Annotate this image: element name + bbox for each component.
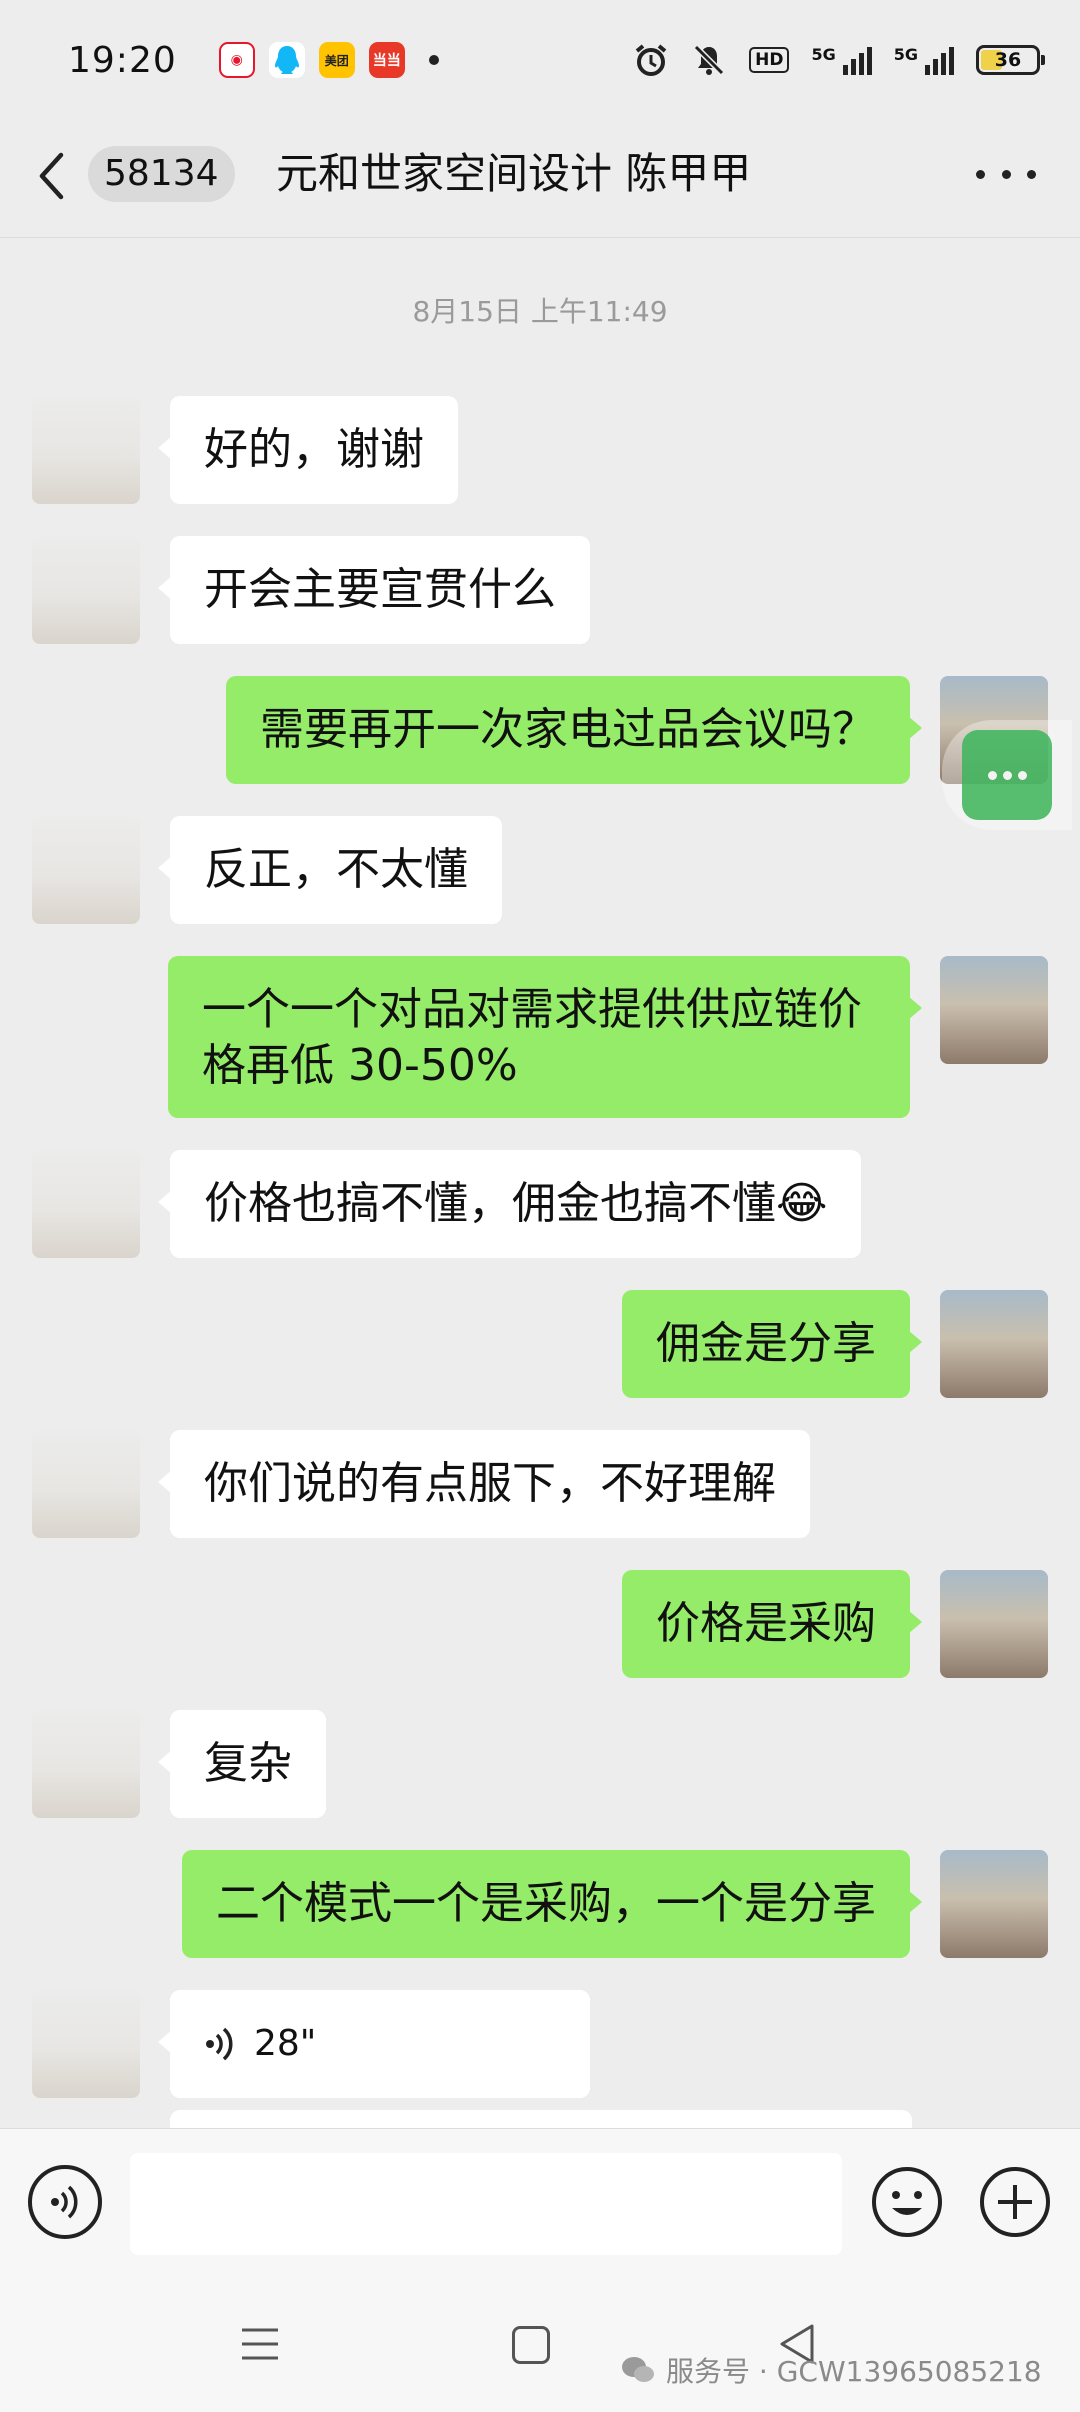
- contact-avatar[interactable]: [32, 1150, 140, 1258]
- floating-window-button[interactable]: [942, 720, 1072, 830]
- more-icon: [976, 169, 985, 179]
- watermark: 服务号 · GCW13965085218: [620, 2350, 1042, 2390]
- voice-icon: [51, 2185, 78, 2219]
- alarm-icon: [635, 44, 667, 76]
- status-indicators: HD 5G 5G 36: [633, 42, 1045, 78]
- message-bubble-received[interactable]: 开会主要宣贯什么: [158, 536, 590, 644]
- laughing-emoji: 😂: [776, 1178, 828, 1229]
- self-avatar[interactable]: [940, 1290, 1048, 1398]
- smiley-icon: [872, 2167, 942, 2237]
- status-time: 19:20: [68, 39, 177, 81]
- back-button[interactable]: [36, 144, 84, 208]
- voice-duration: 28": [254, 2023, 317, 2064]
- signal-5g-icon: 5G: [811, 45, 872, 75]
- message-bubble-received[interactable]: 复杂: [158, 1710, 326, 1818]
- message-bubble-received[interactable]: 你们说的有点服下，不好理解: [158, 1430, 810, 1538]
- status-bar: 19:20 ◉ 美团 当当 HD 5G 5G 36: [0, 0, 1080, 120]
- dangdang-icon: 当当: [368, 42, 405, 78]
- message-bubble-received[interactable]: 好的，谢谢: [158, 396, 458, 504]
- message-bubble-sent[interactable]: 佣金是分享: [622, 1290, 922, 1398]
- contact-avatar[interactable]: [32, 1990, 140, 2098]
- message-timestamp: 8月15日 上午11:49: [412, 295, 668, 328]
- message-bubble-sent[interactable]: 一个一个对品对需求提供供应链价格再低 30-50%: [168, 956, 922, 1118]
- more-options-button[interactable]: [976, 154, 1036, 194]
- qq-icon: [268, 42, 305, 78]
- contact-avatar[interactable]: [32, 816, 140, 924]
- voice-input-button[interactable]: [28, 2165, 102, 2239]
- message-bubble-sent[interactable]: 二个模式一个是采购，一个是分享: [182, 1850, 922, 1958]
- self-avatar[interactable]: [940, 956, 1048, 1064]
- chat-title: 元和世家空间设计 陈甲甲: [276, 149, 752, 198]
- system-nav-bar: [0, 2278, 1080, 2412]
- message-bubble-received[interactable]: 价格也搞不懂，佣金也搞不懂😂: [157, 1150, 862, 1258]
- watermark-text: 服务号 · GCW13965085218: [666, 2355, 1042, 2388]
- recent-apps-icon[interactable]: [240, 2326, 280, 2362]
- contact-avatar[interactable]: [32, 1710, 140, 1818]
- weibo-icon: ◉: [218, 42, 255, 78]
- more-notifications-dot: [428, 55, 439, 65]
- self-avatar[interactable]: [940, 1850, 1048, 1958]
- signal-5g-icon-2: 5G: [894, 45, 954, 75]
- voice-wave-icon: [206, 2027, 233, 2061]
- more-functions-button[interactable]: [978, 2165, 1052, 2239]
- message-bubble-received: [170, 2110, 912, 2130]
- self-avatar[interactable]: [940, 1570, 1048, 1678]
- mute-icon: [694, 44, 725, 76]
- wechat-icon: [622, 2357, 654, 2382]
- meituan-icon: 美团: [318, 42, 355, 78]
- contact-avatar[interactable]: [32, 396, 140, 504]
- home-icon[interactable]: [512, 2326, 550, 2364]
- contact-avatar[interactable]: [32, 1430, 140, 1538]
- hd-voice-badge: HD: [749, 47, 790, 73]
- battery-icon: 36: [976, 45, 1045, 75]
- emoji-button[interactable]: [870, 2165, 944, 2239]
- floating-chat-icon: [962, 730, 1052, 820]
- notification-icons: ◉ 美团 当当: [218, 42, 439, 78]
- message-bubble-received[interactable]: 反正，不太懂: [158, 816, 502, 924]
- input-bar: [0, 2128, 1080, 2278]
- message-bubble-sent[interactable]: 价格是采购: [622, 1570, 922, 1678]
- plus-icon: [980, 2167, 1050, 2237]
- chevron-left-icon: [39, 152, 64, 200]
- unread-count-badge[interactable]: 58134: [88, 146, 235, 202]
- message-bubble-sent[interactable]: 需要再开一次家电过品会议吗？: [226, 676, 922, 784]
- message-input[interactable]: [130, 2153, 842, 2255]
- voice-message-bubble[interactable]: 28": [158, 1990, 590, 2098]
- contact-avatar[interactable]: [32, 536, 140, 644]
- chat-header: 58134 元和世家空间设计 陈甲甲: [0, 120, 1080, 238]
